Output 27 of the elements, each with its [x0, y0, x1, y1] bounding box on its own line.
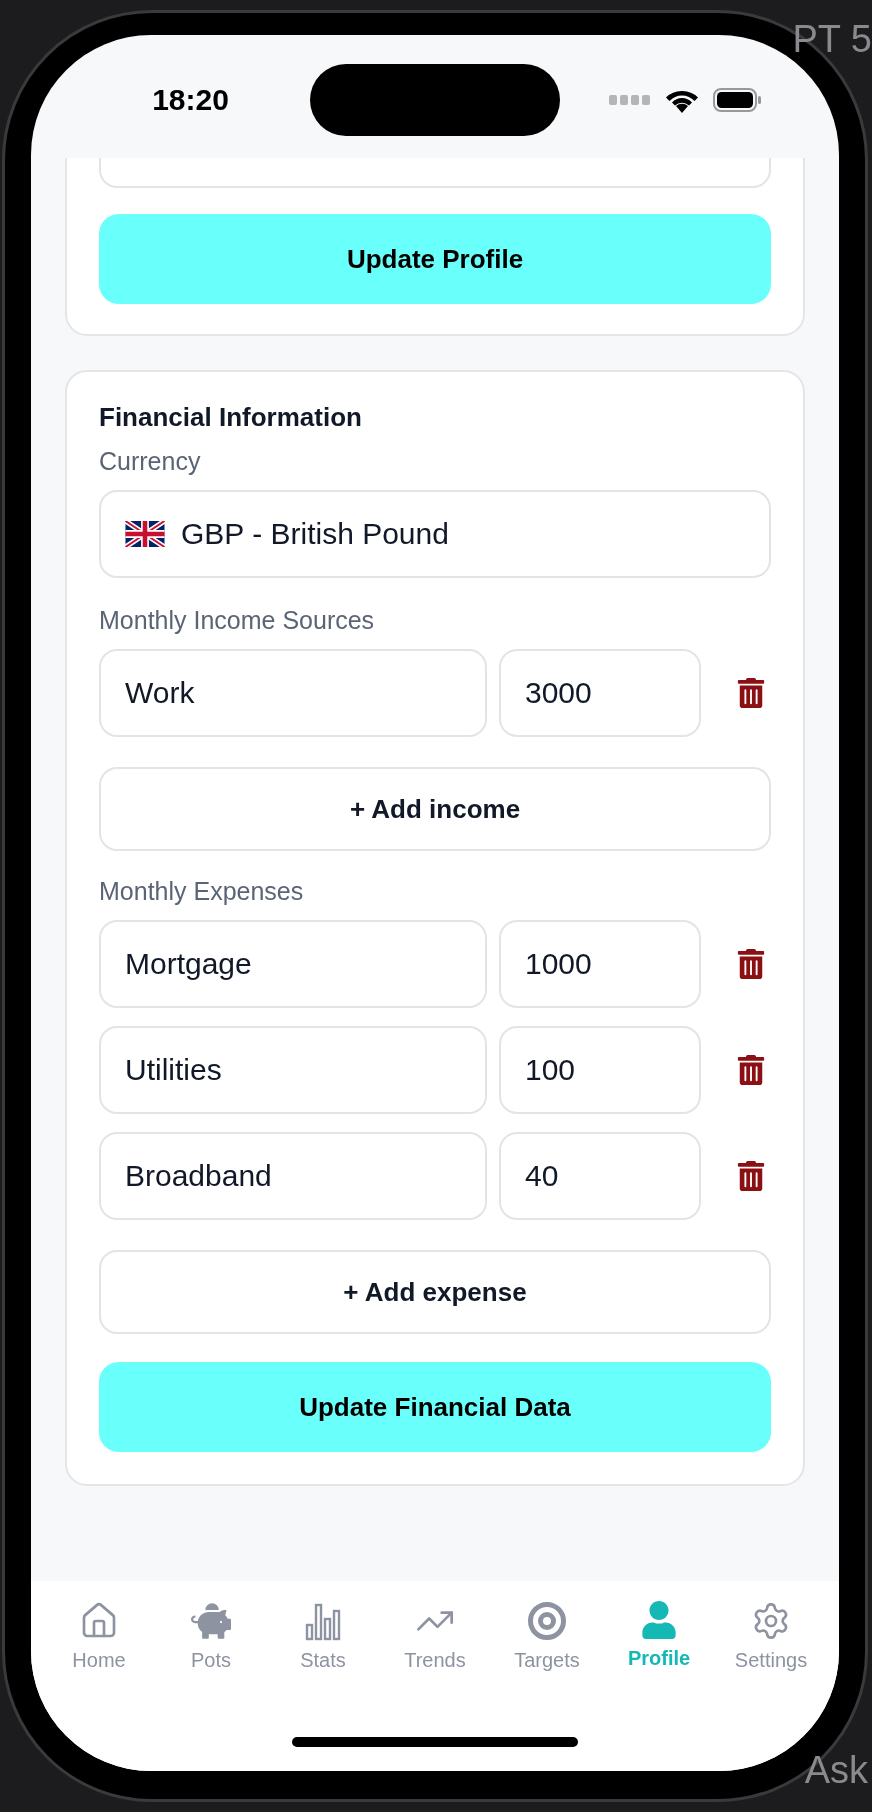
amount-field[interactable]: 100: [499, 1026, 701, 1114]
amount-field[interactable]: 40: [499, 1132, 701, 1220]
bar-chart-icon: [303, 1601, 343, 1641]
name-field[interactable]: Work: [99, 649, 487, 737]
name-field[interactable]: Mortgage: [99, 920, 487, 1008]
field-label: Monthly Income Sources: [99, 606, 376, 635]
amount-field[interactable]: 1000: [499, 920, 701, 1008]
add-expense-button[interactable]: + Add expense: [99, 1250, 771, 1334]
background-text: Ask: [804, 1749, 868, 1792]
name-field[interactable]: Utilities: [99, 1026, 487, 1114]
field-label: Currency: [99, 447, 202, 476]
battery-icon: [712, 87, 761, 112]
card-title: Financial Information: [99, 402, 363, 433]
add-income-button[interactable]: + Add income: [99, 767, 771, 851]
currency-select[interactable]: GBP - British Pound: [99, 490, 771, 578]
update-profile-button[interactable]: Update Profile: [99, 214, 771, 304]
name-field[interactable]: Broadband: [99, 1132, 487, 1220]
background-text: PT 5: [792, 18, 872, 61]
user-icon: [640, 1601, 678, 1639]
union-jack-icon: [125, 521, 165, 547]
field-label: Monthly Expenses: [99, 877, 305, 906]
update-financial-button[interactable]: Update Financial Data: [99, 1362, 771, 1452]
signal-dots-icon: [608, 94, 651, 105]
target-icon: [527, 1601, 567, 1641]
status-time: 18:20: [152, 82, 229, 117]
piggy-bank-icon: [191, 1601, 231, 1641]
amount-field[interactable]: 3000: [499, 649, 701, 737]
